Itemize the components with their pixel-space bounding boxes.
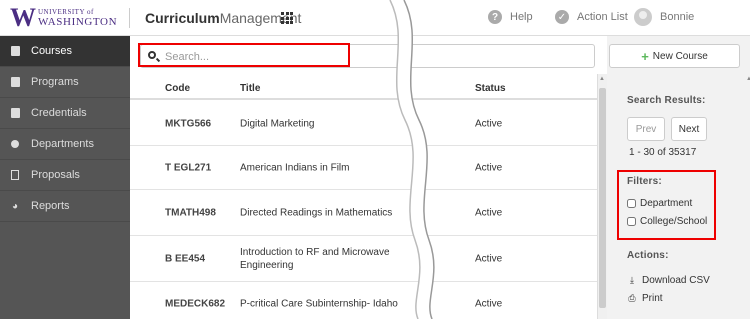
avatar: [634, 8, 652, 26]
column-header-code[interactable]: Code: [165, 83, 190, 94]
sidebar-item-courses[interactable]: Courses: [0, 36, 130, 67]
sidebar-item-programs[interactable]: Programs: [0, 67, 130, 98]
search-highlight-box: [138, 43, 350, 67]
course-title: Digital Marketing: [240, 118, 315, 129]
table-row[interactable]: MEDECK682 P-critical Care Subinternship-…: [130, 282, 597, 319]
course-status: Active: [475, 207, 503, 218]
table-row[interactable]: MKTG566 Digital Marketing Active: [130, 102, 597, 146]
next-label: Next: [678, 123, 700, 135]
printer-icon: ⎙: [628, 293, 636, 303]
prev-button[interactable]: Prev: [627, 117, 665, 141]
course-code: TMATH498: [165, 207, 216, 218]
header-divider: [129, 8, 130, 28]
course-title: Introduction to RF and Microwave Enginee…: [240, 246, 390, 271]
table-row[interactable]: TMATH498 Directed Readings in Mathematic…: [130, 190, 597, 236]
course-code: T EGL271: [165, 162, 212, 173]
sidebar-item-reports[interactable]: ◕ Reports: [0, 191, 130, 222]
sidebar-item-label: Programs: [31, 76, 79, 88]
pie-chart-icon: ◕: [11, 200, 19, 212]
pin-icon: [10, 139, 20, 149]
print-label: Print: [642, 293, 663, 304]
user-menu[interactable]: Bonnie: [634, 8, 694, 26]
college-checkbox[interactable]: [627, 217, 636, 226]
results-range: 1 - 30 of 35317: [629, 147, 697, 158]
app-title[interactable]: CurriculumManagement: [145, 10, 301, 26]
sidebar: Courses Programs Credentials Departments…: [0, 36, 130, 319]
books-icon: [10, 77, 20, 87]
actions-heading: Actions:: [627, 250, 669, 261]
sidebar-item-label: Reports: [31, 200, 70, 212]
filter-college-label: College/School: [640, 216, 708, 227]
app-grid-icon[interactable]: [281, 12, 293, 24]
course-code: MKTG566: [165, 118, 212, 129]
table-row[interactable]: T EGL271 American Indians in Film Active: [130, 146, 597, 190]
sidebar-item-label: Proposals: [31, 169, 80, 181]
plus-icon: +: [641, 48, 649, 64]
sidebar-item-departments[interactable]: Departments: [0, 129, 130, 160]
filter-department-checkbox[interactable]: Department: [627, 198, 692, 209]
table-scrollbar[interactable]: ▲: [597, 74, 607, 319]
new-course-button[interactable]: + New Course: [609, 44, 740, 68]
column-header-title[interactable]: Title: [240, 83, 260, 94]
help-label: Help: [510, 11, 533, 23]
panel-scroll-up-icon[interactable]: ▲: [746, 76, 750, 82]
next-button[interactable]: Next: [671, 117, 707, 141]
table-header: Code Title Status: [130, 76, 597, 100]
filters-heading: Filters:: [627, 176, 662, 187]
new-course-label: New Course: [652, 50, 708, 62]
action-list-link[interactable]: ✓ Action List: [555, 10, 628, 24]
book-icon: [10, 46, 20, 56]
check-circle-icon: ✓: [555, 10, 569, 24]
table-row[interactable]: B EE454 Introduction to RF and Microwave…: [130, 236, 597, 282]
course-status: Active: [475, 118, 503, 129]
books-icon: [10, 108, 20, 118]
sidebar-item-label: Credentials: [31, 107, 87, 119]
logo-university-text: UNIVERSITY of: [38, 8, 94, 16]
right-panel: + New Course ▲ Search Results: Prev Next…: [607, 36, 750, 319]
filter-college-checkbox[interactable]: College/School: [627, 216, 707, 227]
course-status: Active: [475, 162, 503, 173]
download-icon: ⤓: [630, 275, 634, 285]
uw-logo[interactable]: W UNIVERSITY of WASHINGTON: [10, 3, 117, 32]
action-list-label: Action List: [577, 11, 628, 23]
scrollbar-thumb[interactable]: [599, 88, 606, 308]
uw-logo-text: UNIVERSITY of WASHINGTON: [38, 8, 117, 28]
download-csv-label: Download CSV: [642, 275, 710, 286]
column-header-status[interactable]: Status: [475, 83, 506, 94]
main-content: Code Title Status MKTG566 Digital Market…: [130, 36, 597, 319]
department-checkbox[interactable]: [627, 199, 636, 208]
document-icon: [10, 170, 20, 180]
prev-label: Prev: [635, 123, 657, 135]
uw-w-mark: W: [10, 3, 36, 32]
course-status: Active: [475, 253, 503, 264]
scroll-up-arrow-icon[interactable]: ▲: [599, 76, 605, 82]
logo-washington-text: WASHINGTON: [38, 16, 118, 28]
user-name: Bonnie: [660, 11, 695, 23]
sidebar-item-label: Courses: [31, 45, 72, 57]
course-title: P-critical Care Subinternship- Idaho: [240, 298, 398, 310]
question-icon: ?: [488, 10, 502, 24]
help-link[interactable]: ? Help: [488, 10, 533, 24]
sidebar-item-label: Departments: [31, 138, 94, 150]
filter-department-label: Department: [640, 198, 693, 209]
course-status: Active: [475, 298, 503, 310]
course-code: MEDECK682: [165, 298, 226, 310]
course-title: Directed Readings in Mathematics: [240, 207, 393, 218]
sidebar-item-proposals[interactable]: Proposals: [0, 160, 130, 191]
course-code: B EE454: [165, 253, 206, 264]
search-results-heading: Search Results:: [627, 95, 706, 106]
print-link[interactable]: ⎙ Print: [627, 293, 663, 304]
download-csv-link[interactable]: ⤓ Download CSV: [627, 275, 710, 286]
app-header: W UNIVERSITY of WASHINGTON CurriculumMan…: [0, 0, 750, 36]
app-title-bold: Curriculum: [145, 10, 220, 26]
course-title: American Indians in Film: [240, 162, 350, 173]
sidebar-item-credentials[interactable]: Credentials: [0, 98, 130, 129]
